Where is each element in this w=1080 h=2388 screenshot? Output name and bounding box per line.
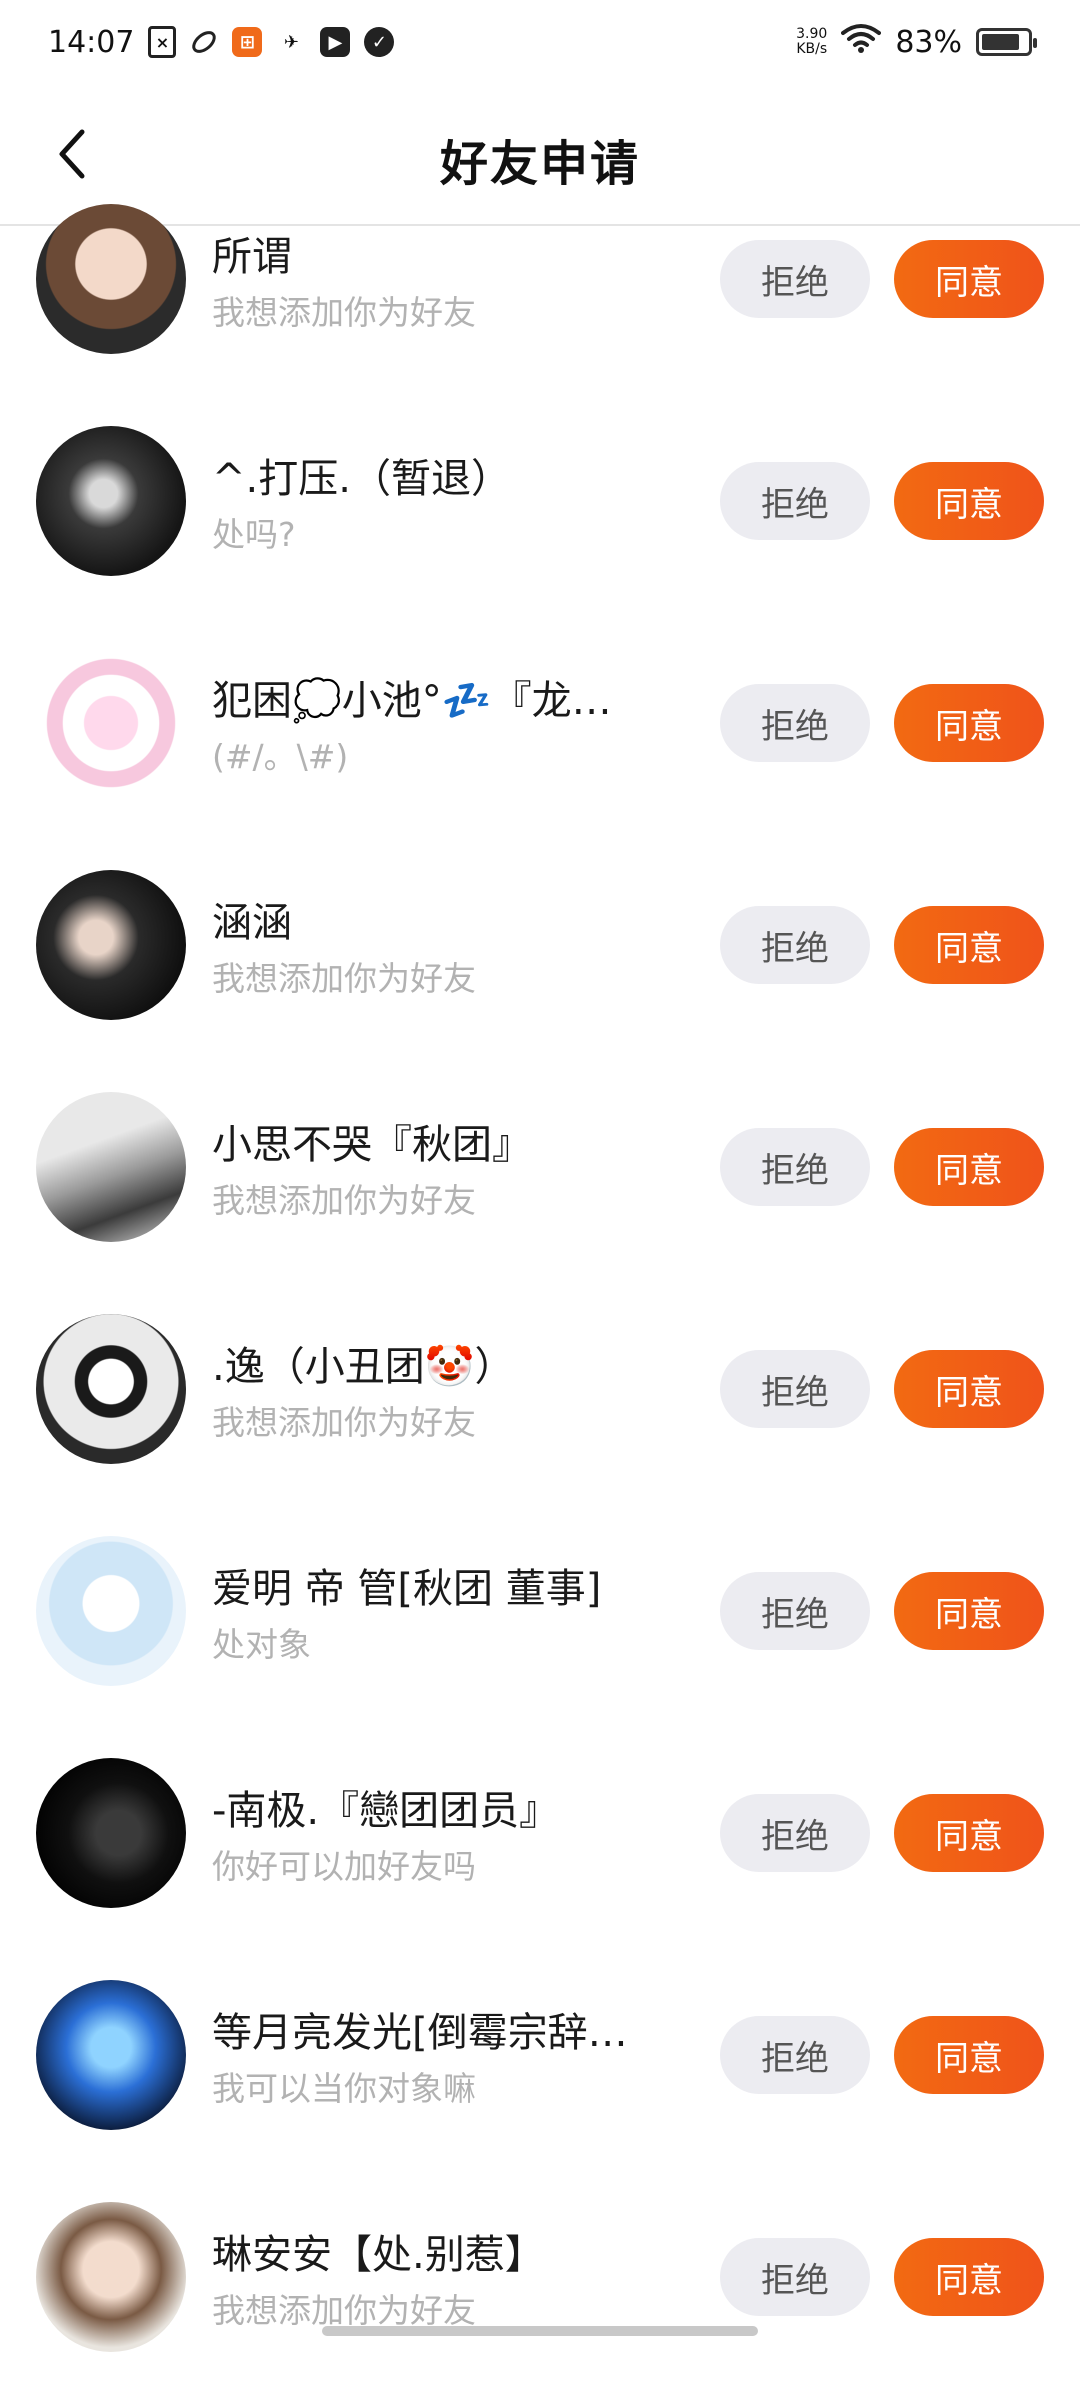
document-icon: × bbox=[148, 26, 177, 58]
airplane-icon: ✈ bbox=[283, 31, 300, 53]
friend-request-row: 所谓我想添加你为好友 拒绝 同意 bbox=[0, 168, 1080, 390]
network-speed-value: 3.90 bbox=[796, 26, 828, 42]
friend-request-row: 犯困💭小池°💤『龙… (#/。\#) 拒绝 同意 bbox=[0, 612, 1080, 834]
requester-name: -南极.『戀团团员』 bbox=[212, 1788, 560, 1834]
friend-request-row: 小思不哭『秋团』我想添加你为好友 拒绝 同意 bbox=[0, 1056, 1080, 1278]
avatar[interactable] bbox=[36, 1092, 186, 1242]
battery-percent: 83% bbox=[895, 24, 962, 60]
request-message: 我想添加你为好友 bbox=[212, 959, 476, 998]
friend-request-row: 等月亮发光[倒霉宗辞… 我可以当你对象嘛 拒绝 同意 bbox=[0, 1944, 1080, 2166]
reject-button[interactable]: 拒绝 bbox=[720, 2238, 870, 2316]
request-message: 我想添加你为好友 bbox=[212, 293, 476, 332]
requester-name: 爱明 帝 管[秋团 董事] bbox=[212, 1566, 602, 1612]
request-message: 我想添加你为好友 bbox=[212, 2291, 476, 2330]
avatar[interactable] bbox=[36, 426, 186, 576]
reject-button[interactable]: 拒绝 bbox=[720, 1128, 870, 1206]
avatar[interactable] bbox=[36, 1980, 186, 2130]
request-message: (#/。\#) bbox=[212, 737, 349, 776]
accept-button[interactable]: 同意 bbox=[894, 240, 1044, 318]
accept-button[interactable]: 同意 bbox=[894, 2016, 1044, 2094]
avatar[interactable] bbox=[36, 648, 186, 798]
requester-name: 所谓 bbox=[212, 234, 292, 280]
accept-button[interactable]: 同意 bbox=[894, 1794, 1044, 1872]
reject-button[interactable]: 拒绝 bbox=[720, 1794, 870, 1872]
network-speed-unit: KB/s bbox=[796, 41, 828, 57]
request-message: 你好可以加好友吗 bbox=[212, 1847, 476, 1886]
battery-icon bbox=[976, 28, 1037, 56]
requester-name: .逸（小丑团🤡） bbox=[212, 1344, 515, 1390]
requester-name: 涵涵 bbox=[212, 900, 292, 946]
avatar[interactable] bbox=[36, 1758, 186, 1908]
requester-name: 等月亮发光[倒霉宗辞… bbox=[212, 2010, 628, 2056]
requester-name: 小思不哭『秋团』 bbox=[212, 1122, 532, 1168]
app-orange-icon: ⊞ bbox=[232, 27, 263, 57]
friend-request-row: 爱明 帝 管[秋团 董事] 处对象 拒绝 同意 bbox=[0, 1500, 1080, 1722]
reject-button[interactable]: 拒绝 bbox=[720, 906, 870, 984]
requester-name: 犯困💭小池°💤『龙… bbox=[212, 678, 612, 724]
accept-button[interactable]: 同意 bbox=[894, 684, 1044, 762]
status-bar: 14:07 × ⊞ ✈ ▶ ✓ 3.90 KB/s 83% bbox=[0, 0, 1080, 84]
request-message: 我可以当你对象嘛 bbox=[212, 2069, 476, 2108]
friend-request-row: .逸（小丑团🤡） 我想添加你为好友 拒绝 同意 bbox=[0, 1278, 1080, 1500]
request-message: 我想添加你为好友 bbox=[212, 1181, 476, 1220]
play-icon: ▶ bbox=[320, 27, 351, 57]
reject-button[interactable]: 拒绝 bbox=[720, 240, 870, 318]
avatar[interactable] bbox=[36, 870, 186, 1020]
wifi-icon bbox=[841, 23, 882, 61]
requester-name: ^.打压.（暂退） bbox=[212, 456, 511, 502]
accept-button[interactable]: 同意 bbox=[894, 906, 1044, 984]
request-message: 处对象 bbox=[212, 1625, 311, 1664]
friend-request-row: 涵涵我想添加你为好友 拒绝 同意 bbox=[0, 834, 1080, 1056]
reject-button[interactable]: 拒绝 bbox=[720, 2016, 870, 2094]
leaf-icon bbox=[190, 28, 218, 56]
reject-button[interactable]: 拒绝 bbox=[720, 1350, 870, 1428]
status-right: 3.90 KB/s 83% bbox=[796, 23, 1037, 61]
request-message: 处吗? bbox=[212, 515, 296, 554]
accept-button[interactable]: 同意 bbox=[894, 2238, 1044, 2316]
request-message: 我想添加你为好友 bbox=[212, 1403, 476, 1442]
friend-request-row: 琳安安【处.别惹】我想添加你为好友 拒绝 同意 bbox=[0, 2166, 1080, 2388]
avatar[interactable] bbox=[36, 1314, 186, 1464]
avatar[interactable] bbox=[36, 204, 186, 354]
reject-button[interactable]: 拒绝 bbox=[720, 462, 870, 540]
reject-button[interactable]: 拒绝 bbox=[720, 684, 870, 762]
friend-request-row: -南极.『戀团团员』你好可以加好友吗 拒绝 同意 bbox=[0, 1722, 1080, 1944]
check-icon: ✓ bbox=[364, 27, 395, 57]
battery-level bbox=[982, 34, 1019, 50]
accept-button[interactable]: 同意 bbox=[894, 462, 1044, 540]
accept-button[interactable]: 同意 bbox=[894, 1572, 1044, 1650]
avatar[interactable] bbox=[36, 1536, 186, 1686]
status-left: 14:07 × ⊞ ✈ ▶ ✓ bbox=[48, 24, 395, 60]
network-speed: 3.90 KB/s bbox=[796, 27, 827, 57]
reject-button[interactable]: 拒绝 bbox=[720, 1572, 870, 1650]
friend-request-row: ^.打压.（暂退） 处吗? 拒绝 同意 bbox=[0, 390, 1080, 612]
accept-button[interactable]: 同意 bbox=[894, 1128, 1044, 1206]
accept-button[interactable]: 同意 bbox=[894, 1350, 1044, 1428]
requester-name: 琳安安【处.别惹】 bbox=[212, 2232, 545, 2278]
clock: 14:07 bbox=[48, 24, 135, 60]
home-indicator[interactable] bbox=[322, 2326, 758, 2336]
avatar[interactable] bbox=[36, 2202, 186, 2352]
